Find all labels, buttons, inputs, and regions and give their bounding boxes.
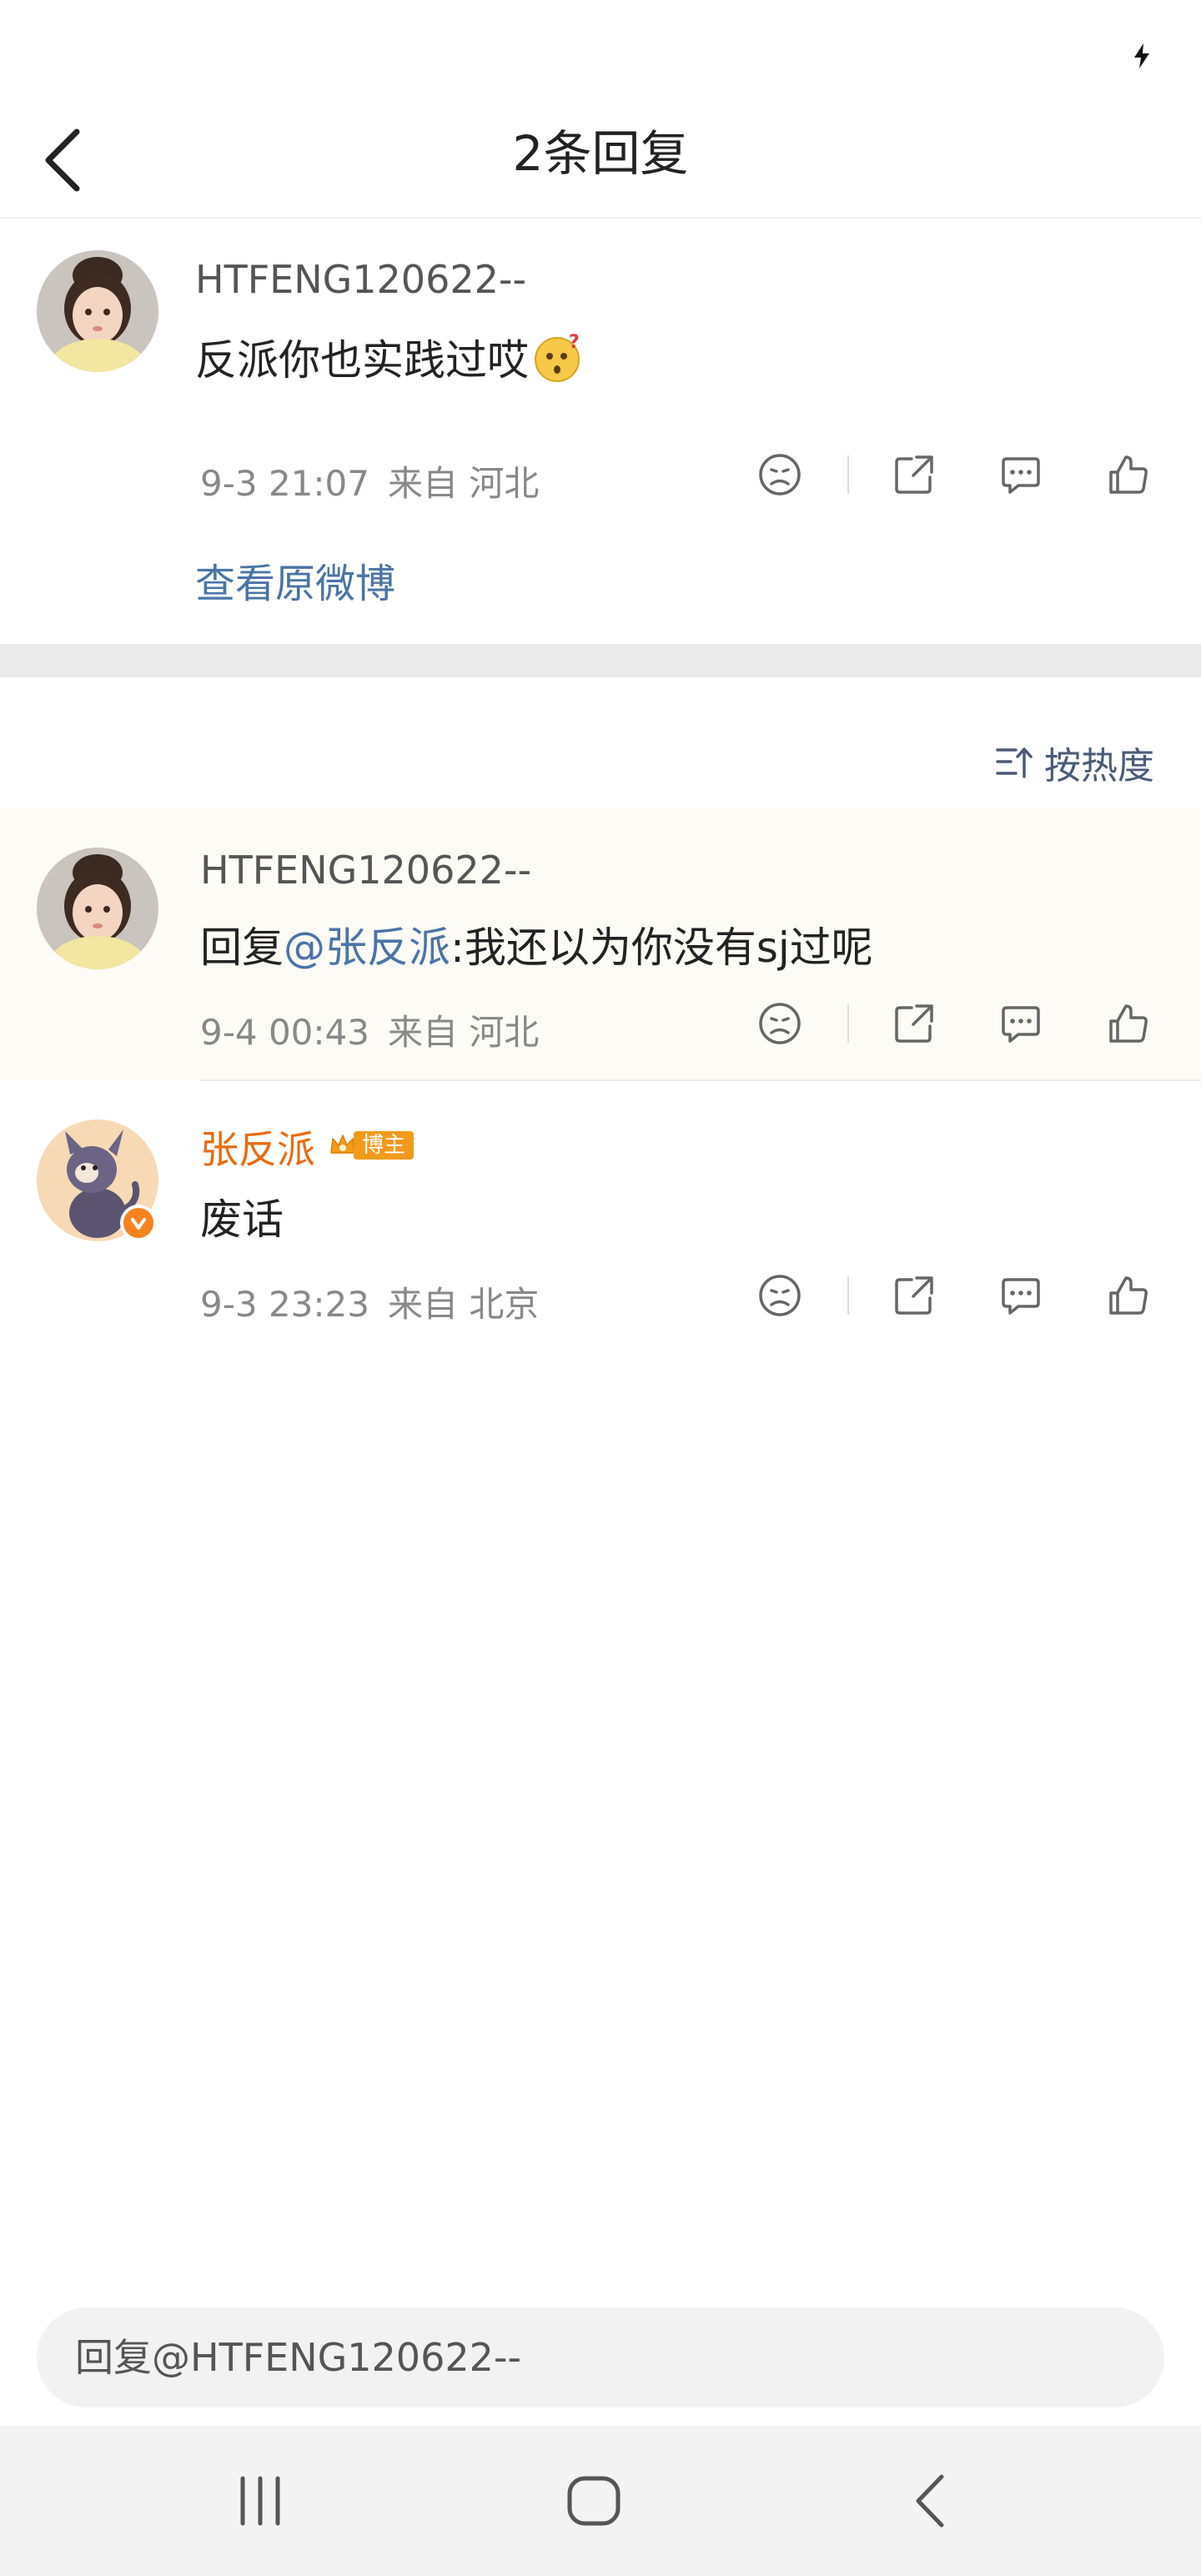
- system-back-button[interactable]: [889, 2459, 972, 2543]
- reply-meta: 9-3 23:23 来自 北京: [200, 1276, 539, 1327]
- reply-time: 9-3 23:23: [200, 1284, 369, 1325]
- home-button[interactable]: [552, 2459, 636, 2543]
- reply-text: :我还以为你没有sj过呢: [450, 923, 873, 972]
- share-icon: [895, 455, 933, 494]
- verified-badge: [120, 1205, 157, 1241]
- comment-button[interactable]: [992, 445, 1050, 504]
- view-original-link[interactable]: 查看原微博: [195, 551, 395, 609]
- avatar[interactable]: [37, 848, 158, 969]
- avatar-image: [37, 848, 158, 969]
- comment-source: 来自 河北: [388, 463, 540, 504]
- like-button[interactable]: [1099, 445, 1158, 504]
- reply-actions: [751, 994, 1168, 1053]
- nav-bar: 2条回复: [0, 100, 1201, 219]
- dislike-button[interactable]: [751, 1266, 809, 1325]
- sort-toggle[interactable]: 按热度: [994, 736, 1154, 789]
- like-button[interactable]: [1099, 1266, 1158, 1325]
- avatar[interactable]: [37, 250, 158, 372]
- frown-icon: [759, 1275, 801, 1316]
- blogger-badge: 博主: [329, 1130, 415, 1161]
- share-icon: [895, 1004, 933, 1043]
- frown-icon: [759, 454, 801, 496]
- reply-source: 来自 北京: [388, 1284, 540, 1325]
- reply-time: 9-4 00:43: [200, 1012, 369, 1053]
- action-divider: [847, 1004, 849, 1043]
- thinking-emoji-icon: ?: [535, 332, 580, 382]
- mention-link[interactable]: @张反派: [284, 923, 450, 972]
- recent-apps-button[interactable]: [219, 2459, 302, 2543]
- page-title: 2条回复: [512, 125, 689, 182]
- share-button[interactable]: [885, 445, 943, 504]
- share-icon: [895, 1276, 933, 1315]
- home-icon: [567, 2476, 621, 2526]
- reply-meta: 9-4 00:43 来自 河北: [200, 1004, 539, 1055]
- reply-actions: [751, 1266, 1168, 1325]
- reply-divider: [200, 1079, 1201, 1081]
- frown-icon: [759, 1003, 801, 1044]
- comment-icon: [1002, 1278, 1040, 1315]
- comment-text: 反派你也实践过哎: [195, 336, 529, 385]
- thumbs-up-icon: [1109, 455, 1148, 494]
- system-nav-bar: [0, 2426, 1201, 2576]
- blogger-badge-label: 博主: [354, 1131, 415, 1160]
- comment-button[interactable]: [992, 1266, 1050, 1325]
- dislike-button[interactable]: [751, 994, 809, 1053]
- thumbs-up-icon: [1109, 1004, 1148, 1043]
- comment-meta: 9-3 21:07 来自 河北: [200, 455, 539, 506]
- sort-label: 按热度: [1044, 745, 1154, 787]
- comment-icon: [1002, 1006, 1040, 1043]
- reply-prefix: 回复: [200, 923, 284, 972]
- comment-actions: [751, 445, 1168, 504]
- section-divider: [0, 644, 1201, 677]
- comment-button[interactable]: [992, 994, 1050, 1053]
- crown-icon: [330, 1135, 355, 1154]
- comment-username[interactable]: HTFENG120622--: [195, 257, 526, 302]
- reply-source: 来自 河北: [388, 1012, 540, 1053]
- status-bar: [0, 0, 1201, 100]
- comment-content: 反派你也实践过哎 ?: [195, 327, 584, 387]
- sort-icon: [996, 747, 1033, 778]
- action-divider: [847, 1276, 849, 1315]
- action-divider: [847, 455, 849, 494]
- charging-icon: [1134, 43, 1149, 68]
- comment-icon: [1002, 457, 1040, 494]
- share-button[interactable]: [885, 994, 943, 1053]
- reply-input-container[interactable]: [37, 2307, 1164, 2407]
- svg-text:?: ?: [569, 332, 580, 353]
- dislike-button[interactable]: [751, 445, 809, 504]
- share-button[interactable]: [885, 1266, 943, 1325]
- reply-input[interactable]: [75, 2307, 1126, 2407]
- back-icon: [916, 2474, 944, 2528]
- comment-time: 9-3 21:07: [200, 463, 369, 504]
- checkmark-icon: [131, 1218, 146, 1230]
- like-button[interactable]: [1099, 994, 1158, 1053]
- reply-content: 废话: [200, 1195, 284, 1244]
- avatar-image: [37, 250, 158, 372]
- recent-apps-icon: [240, 2476, 280, 2526]
- thumbs-up-icon: [1109, 1276, 1148, 1315]
- reply-username[interactable]: 张反派: [200, 1119, 315, 1175]
- reply-content: 回复@张反派:我还以为你没有sj过呢: [200, 914, 873, 974]
- reply-username[interactable]: HTFENG120622--: [200, 848, 531, 893]
